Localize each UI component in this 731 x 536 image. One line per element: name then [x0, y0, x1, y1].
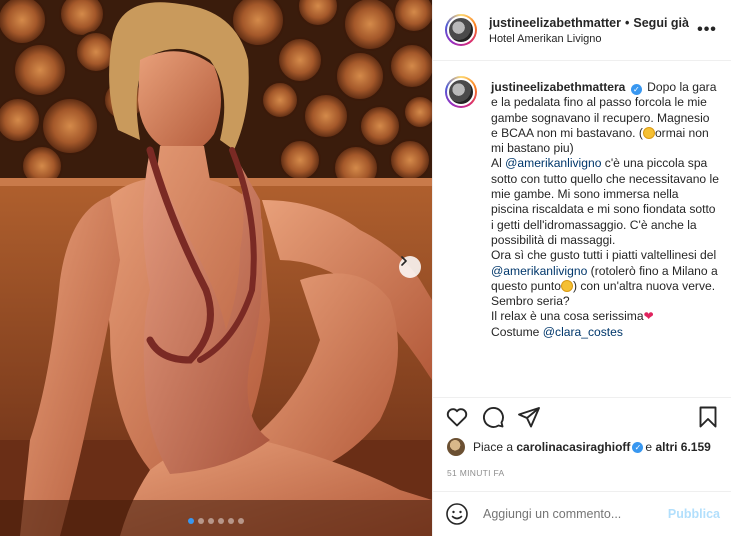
verified-badge-icon: ✓	[630, 84, 642, 95]
caption-username[interactable]: justineelizabethmattera	[491, 80, 625, 94]
comment-icon[interactable]	[481, 405, 505, 429]
smiley-icon[interactable]	[445, 502, 469, 526]
caption-p3c: ) con un'altra nuova verve.	[572, 278, 716, 293]
username-link[interactable]: justineelizabethmattera	[489, 16, 621, 30]
following-button[interactable]: Segui già	[633, 16, 689, 30]
comment-input[interactable]	[483, 507, 668, 521]
separator-dot: •	[625, 15, 630, 30]
location-link[interactable]: Hotel Amerikan Livigno	[489, 33, 695, 45]
caption-p5: Il relax è una cosa serissima	[491, 309, 644, 324]
post-header: justineelizabethmattera • Segui già Hote…	[433, 0, 731, 61]
likes-summary: Piace a carolinacasiraghioff ✓ e altri 6.…	[447, 438, 711, 456]
post-timestamp[interactable]: 51 MINUTI FA	[447, 468, 504, 478]
bookmark-icon[interactable]	[696, 405, 720, 429]
liker-username-link[interactable]: carolinacasiraghioff	[516, 440, 630, 454]
caption-container: justineelizabethmattera ✓ Dopo la gara e…	[433, 61, 731, 397]
avatar[interactable]	[445, 76, 477, 108]
send-icon[interactable]	[517, 405, 541, 429]
carousel-indicator	[0, 518, 432, 524]
photo-image	[0, 0, 432, 536]
caption-p4: Sembro seria?	[491, 294, 570, 309]
carousel-dot	[228, 518, 234, 524]
post-photo[interactable]	[0, 0, 432, 536]
comment-bar: Pubblica	[433, 491, 731, 536]
chevron-right-icon	[401, 256, 407, 266]
verified-badge-icon: ✓	[632, 441, 644, 453]
caption-text: justineelizabethmattera ✓ Dopo la gara e…	[491, 80, 719, 397]
post-actions	[433, 397, 731, 435]
carousel-next-button[interactable]	[399, 256, 421, 278]
more-options-icon[interactable]: •••	[695, 21, 719, 39]
likes-prefix: Piace a	[473, 440, 514, 454]
carousel-dot	[238, 518, 244, 524]
avatar[interactable]	[445, 14, 477, 46]
avatar[interactable]	[447, 438, 465, 456]
carousel-dot	[218, 518, 224, 524]
likes-count-link[interactable]: altri 6.159	[655, 440, 710, 454]
caption-p3a: Ora sì che gusto tutti i piatti valtelli…	[491, 248, 717, 263]
laughing-emoji-icon	[642, 126, 655, 139]
carousel-dot	[208, 518, 214, 524]
likes-middle: e	[645, 440, 653, 454]
mention-link[interactable]: @amerikanlivigno	[505, 156, 601, 170]
red-heart-emoji-icon: ❤	[643, 309, 654, 324]
laughing-emoji-icon	[560, 279, 573, 292]
carousel-dot	[188, 518, 194, 524]
post-sidebar: justineelizabethmattera • Segui già Hote…	[432, 0, 731, 536]
publish-button[interactable]: Pubblica	[668, 507, 720, 521]
heart-icon[interactable]	[445, 405, 469, 429]
mention-link[interactable]: @amerikanlivigno	[491, 264, 587, 278]
caption-p6a: Costume	[491, 324, 543, 339]
mention-link[interactable]: @clara_costes	[543, 325, 623, 339]
caption-p2a: Al	[491, 156, 506, 171]
carousel-dot	[198, 518, 204, 524]
